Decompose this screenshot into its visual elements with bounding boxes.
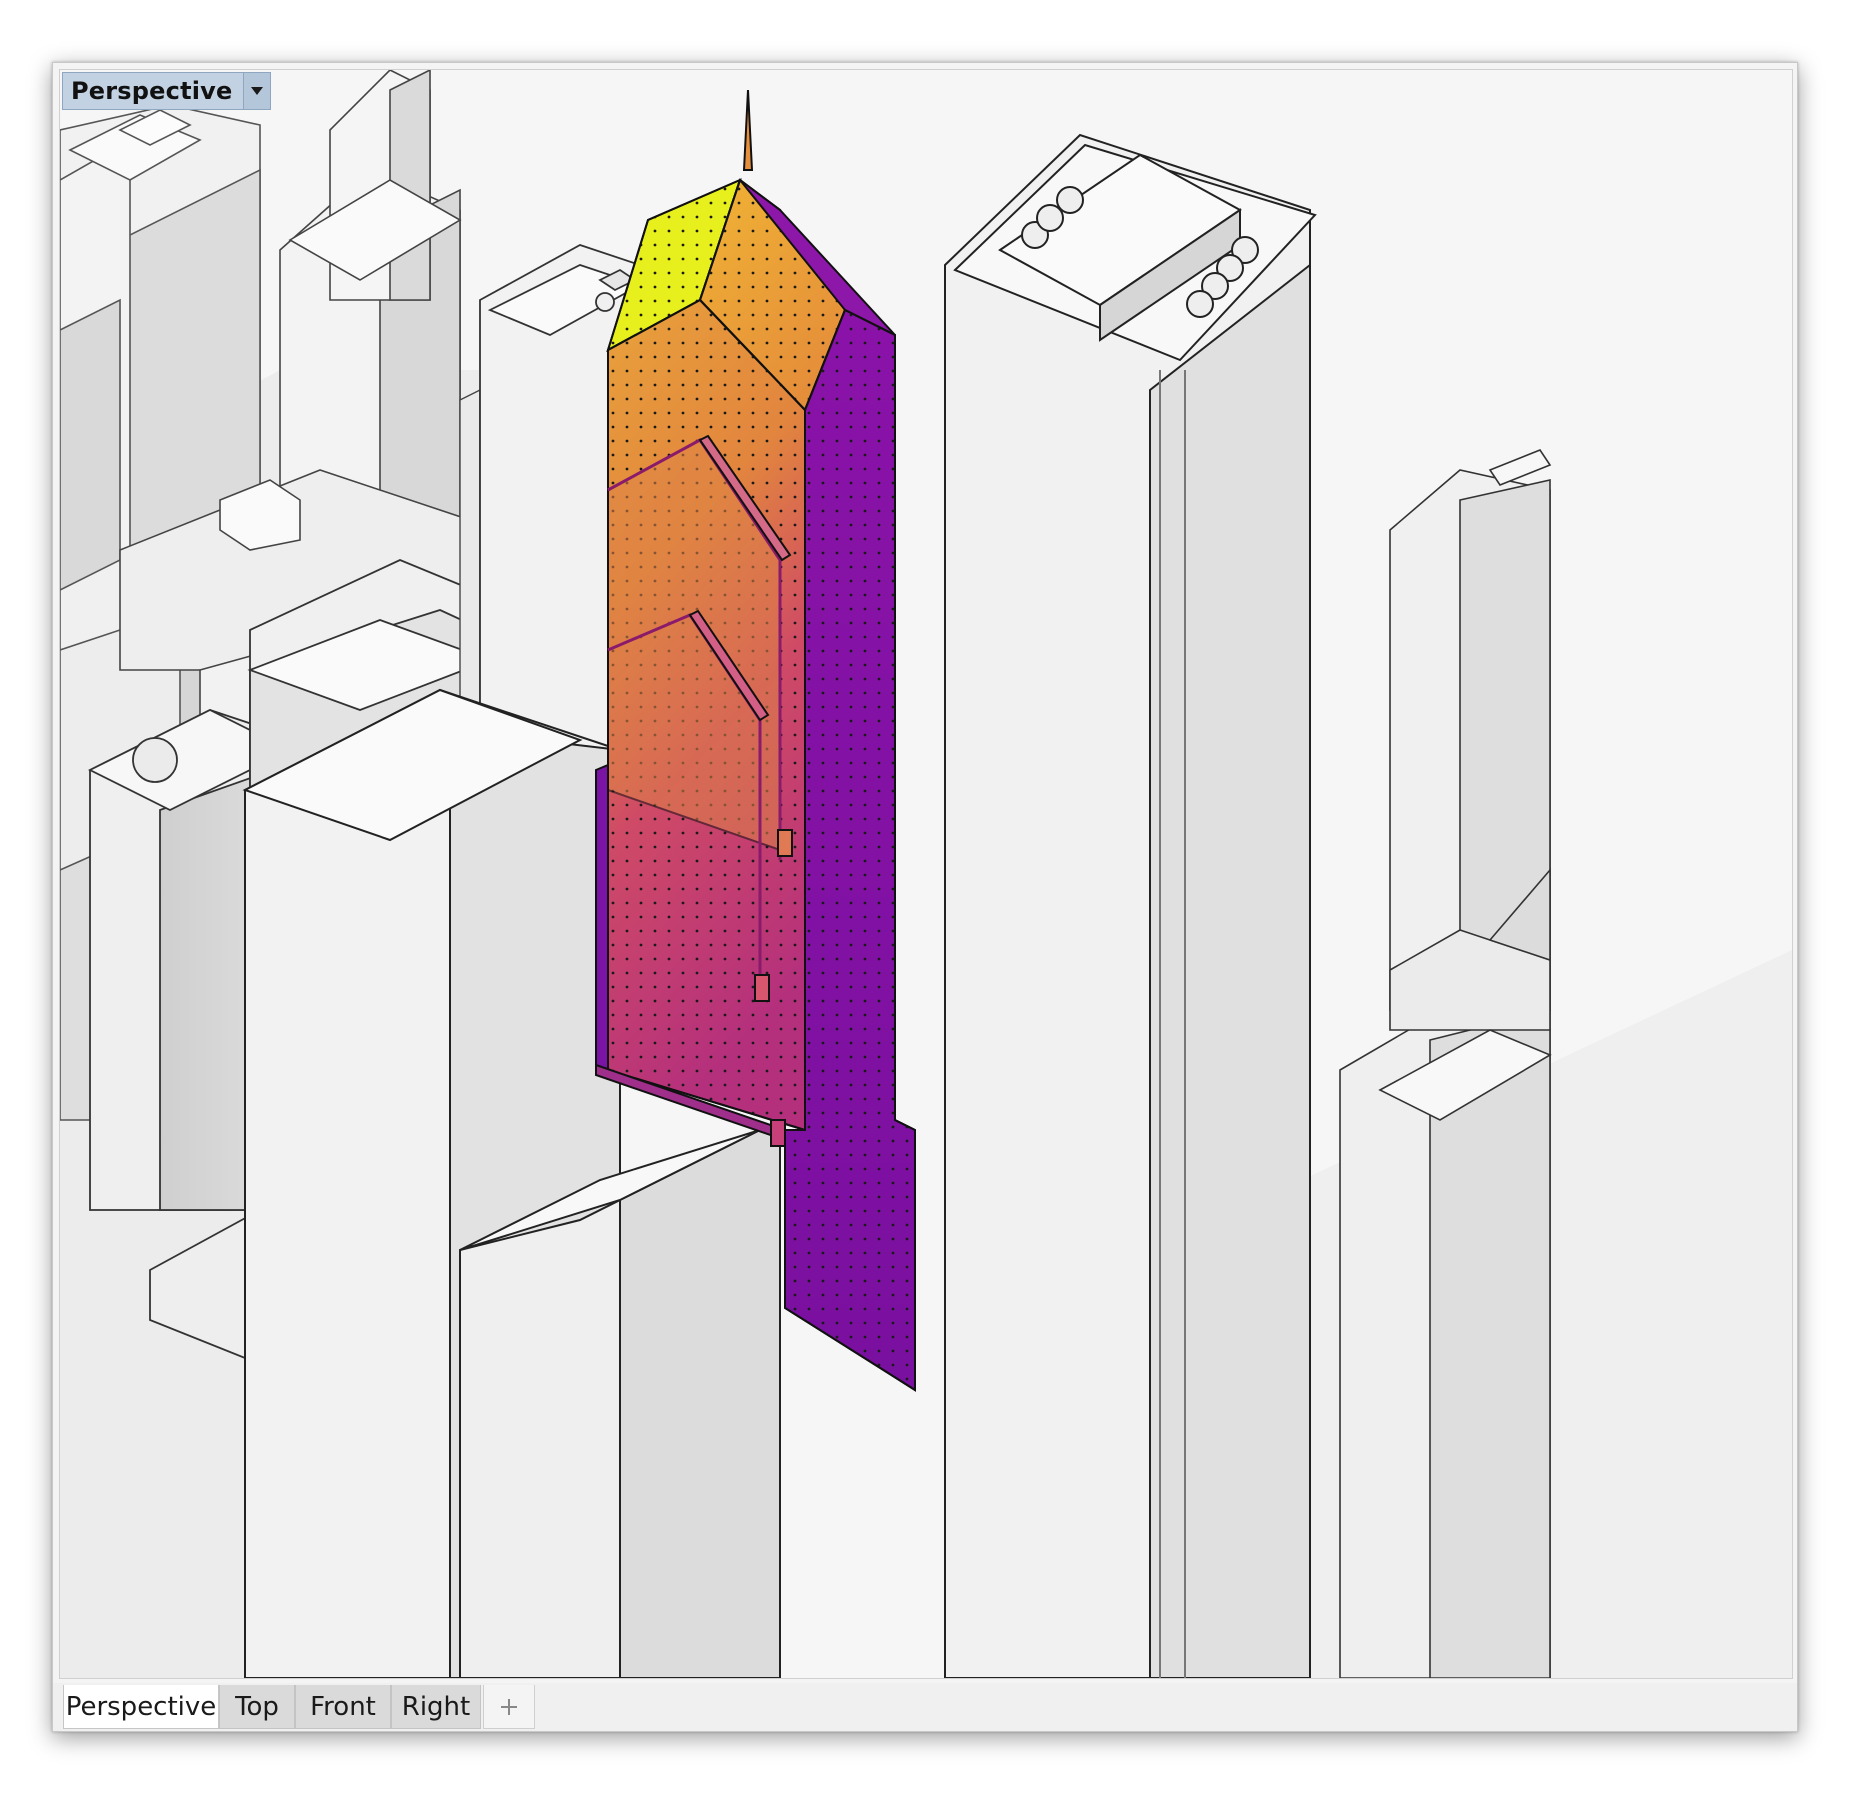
tab-front[interactable]: Front [295, 1685, 391, 1729]
viewport-tab-bar: Perspective Top Front Right [53, 1683, 1797, 1731]
viewport-label-text[interactable]: Perspective [63, 73, 243, 109]
tab-label: Top [235, 1692, 279, 1722]
scene-render[interactable] [60, 70, 1792, 1678]
tab-right[interactable]: Right [391, 1685, 481, 1729]
caret-down-icon[interactable] [242, 73, 270, 109]
tab-top[interactable]: Top [219, 1685, 295, 1729]
tab-perspective[interactable]: Perspective [63, 1685, 219, 1729]
plus-icon [501, 1699, 517, 1715]
building-right-tower [944, 133, 1317, 1678]
tab-label: Right [401, 1692, 471, 1722]
viewport-window: Perspective Perspective Top Front Right [52, 62, 1798, 1732]
perspective-viewport[interactable]: Perspective [59, 69, 1793, 1679]
tab-label: Perspective [65, 1692, 217, 1722]
viewport-label[interactable]: Perspective [62, 72, 271, 110]
add-tab-button[interactable] [483, 1685, 535, 1729]
tab-label: Front [310, 1692, 376, 1722]
